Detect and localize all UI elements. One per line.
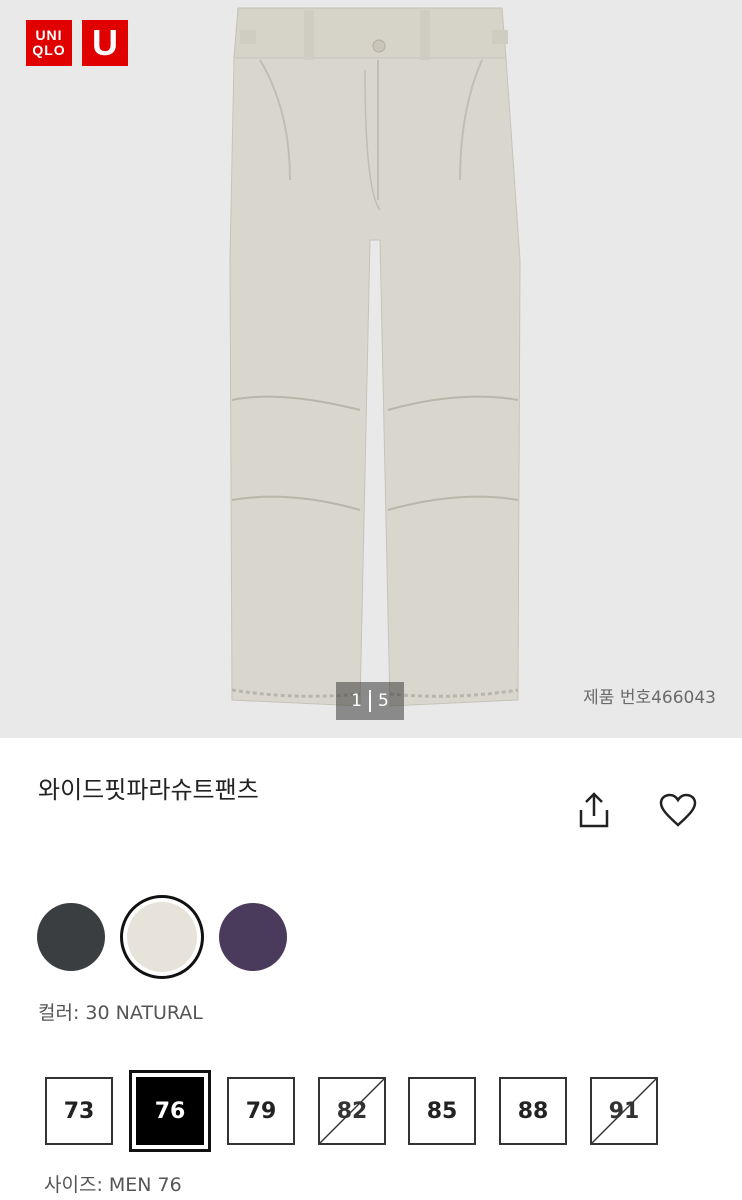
product-title: 와이드핏파라슈트팬츠 xyxy=(38,776,259,804)
size-label-73: 73 xyxy=(63,1098,95,1124)
image-counter: 1 5 xyxy=(336,682,404,720)
size-option-85[interactable]: 85 xyxy=(408,1077,476,1145)
size-label: 사이즈: MEN 76 xyxy=(44,1174,182,1196)
size-label-76: 76 xyxy=(154,1098,186,1124)
share-button[interactable] xyxy=(572,788,616,832)
logo-text-line1: UNI xyxy=(35,27,63,43)
size-option-76-inner: 76 xyxy=(136,1077,204,1145)
unavailable-slash xyxy=(320,1079,384,1143)
counter-divider xyxy=(369,690,371,712)
color-swatch-purple[interactable] xyxy=(219,903,287,971)
unavailable-slash xyxy=(592,1079,656,1143)
size-label-88: 88 xyxy=(517,1098,549,1124)
product-image-gallery[interactable]: UNI QLO U 1 5 제품 번호466043 xyxy=(0,0,742,738)
color-swatch-natural[interactable] xyxy=(127,902,197,972)
size-option-79[interactable]: 79 xyxy=(227,1077,295,1145)
product-number: 제품 번호466043 xyxy=(583,688,716,708)
color-label: 컬러: 30 NATURAL xyxy=(38,1002,203,1024)
size-option-91[interactable]: 91 xyxy=(590,1077,658,1145)
size-option-82[interactable]: 82 xyxy=(318,1077,386,1145)
logo-text-line2: QLO xyxy=(32,42,66,58)
uniqlo-u-logo: U xyxy=(82,20,128,66)
size-option-73[interactable]: 73 xyxy=(45,1077,113,1145)
uniqlo-logo: UNI QLO xyxy=(26,20,72,66)
heart-icon xyxy=(659,793,697,827)
size-option-88[interactable]: 88 xyxy=(499,1077,567,1145)
share-icon xyxy=(579,792,609,828)
size-option-76[interactable]: 76 xyxy=(129,1070,211,1152)
size-label-79: 79 xyxy=(245,1098,277,1124)
size-label-85: 85 xyxy=(426,1098,458,1124)
image-counter-current: 1 xyxy=(351,691,362,711)
product-image xyxy=(229,7,521,707)
u-logo-text: U xyxy=(92,22,118,63)
image-counter-total: 5 xyxy=(378,691,389,711)
favorite-button[interactable] xyxy=(656,788,700,832)
color-swatch-dark-gray[interactable] xyxy=(37,903,105,971)
